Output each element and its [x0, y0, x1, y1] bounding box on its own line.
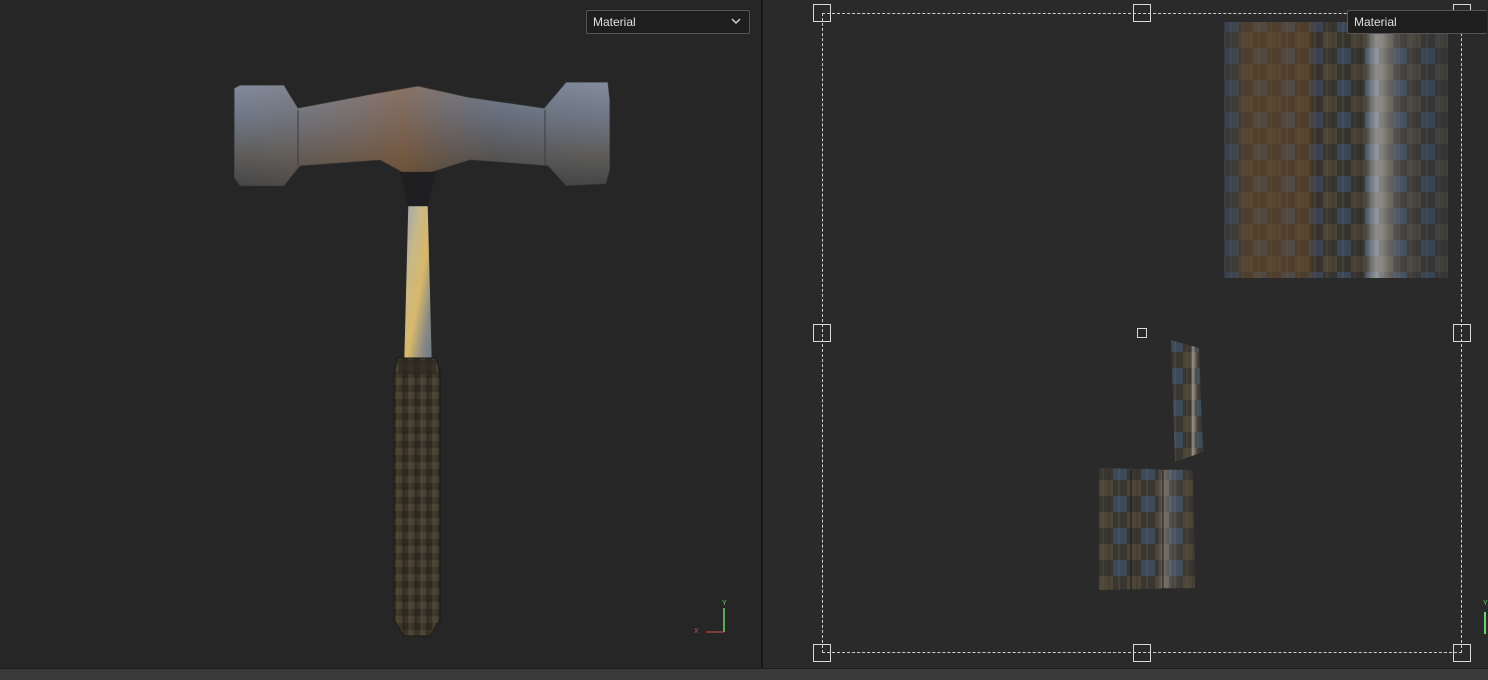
uv-material-dropdown-value: Material: [1354, 15, 1397, 29]
transform-handle-top-left[interactable]: [813, 4, 831, 22]
gizmo-y-label: Y: [722, 600, 727, 607]
material-dropdown[interactable]: Material: [586, 10, 750, 34]
status-bar: [0, 668, 1488, 680]
uv-gizmo-y-label: Y: [1483, 600, 1488, 607]
axis-gizmo: Y X: [692, 598, 732, 638]
transform-handle-left[interactable]: [813, 324, 831, 342]
uv-material-dropdown[interactable]: Material: [1347, 10, 1487, 34]
gizmo-x-label: X: [694, 628, 699, 635]
transform-handle-bottom-left[interactable]: [813, 644, 831, 662]
material-dropdown-value: Material: [593, 15, 636, 29]
transform-handle-center[interactable]: [1137, 328, 1147, 338]
3d-viewport[interactable]: Material Y X: [0, 0, 761, 668]
transform-handle-top[interactable]: [1133, 4, 1151, 22]
uv-axis-gizmo: Y: [1475, 596, 1488, 636]
transform-handle-bottom[interactable]: [1133, 644, 1151, 662]
transform-handle-right[interactable]: [1453, 324, 1471, 342]
transform-handle-bottom-right[interactable]: [1453, 644, 1471, 662]
uv-editor-viewport[interactable]: Material Y: [763, 0, 1488, 668]
hammer-model[interactable]: [0, 0, 761, 668]
chevron-down-icon: [731, 11, 743, 33]
